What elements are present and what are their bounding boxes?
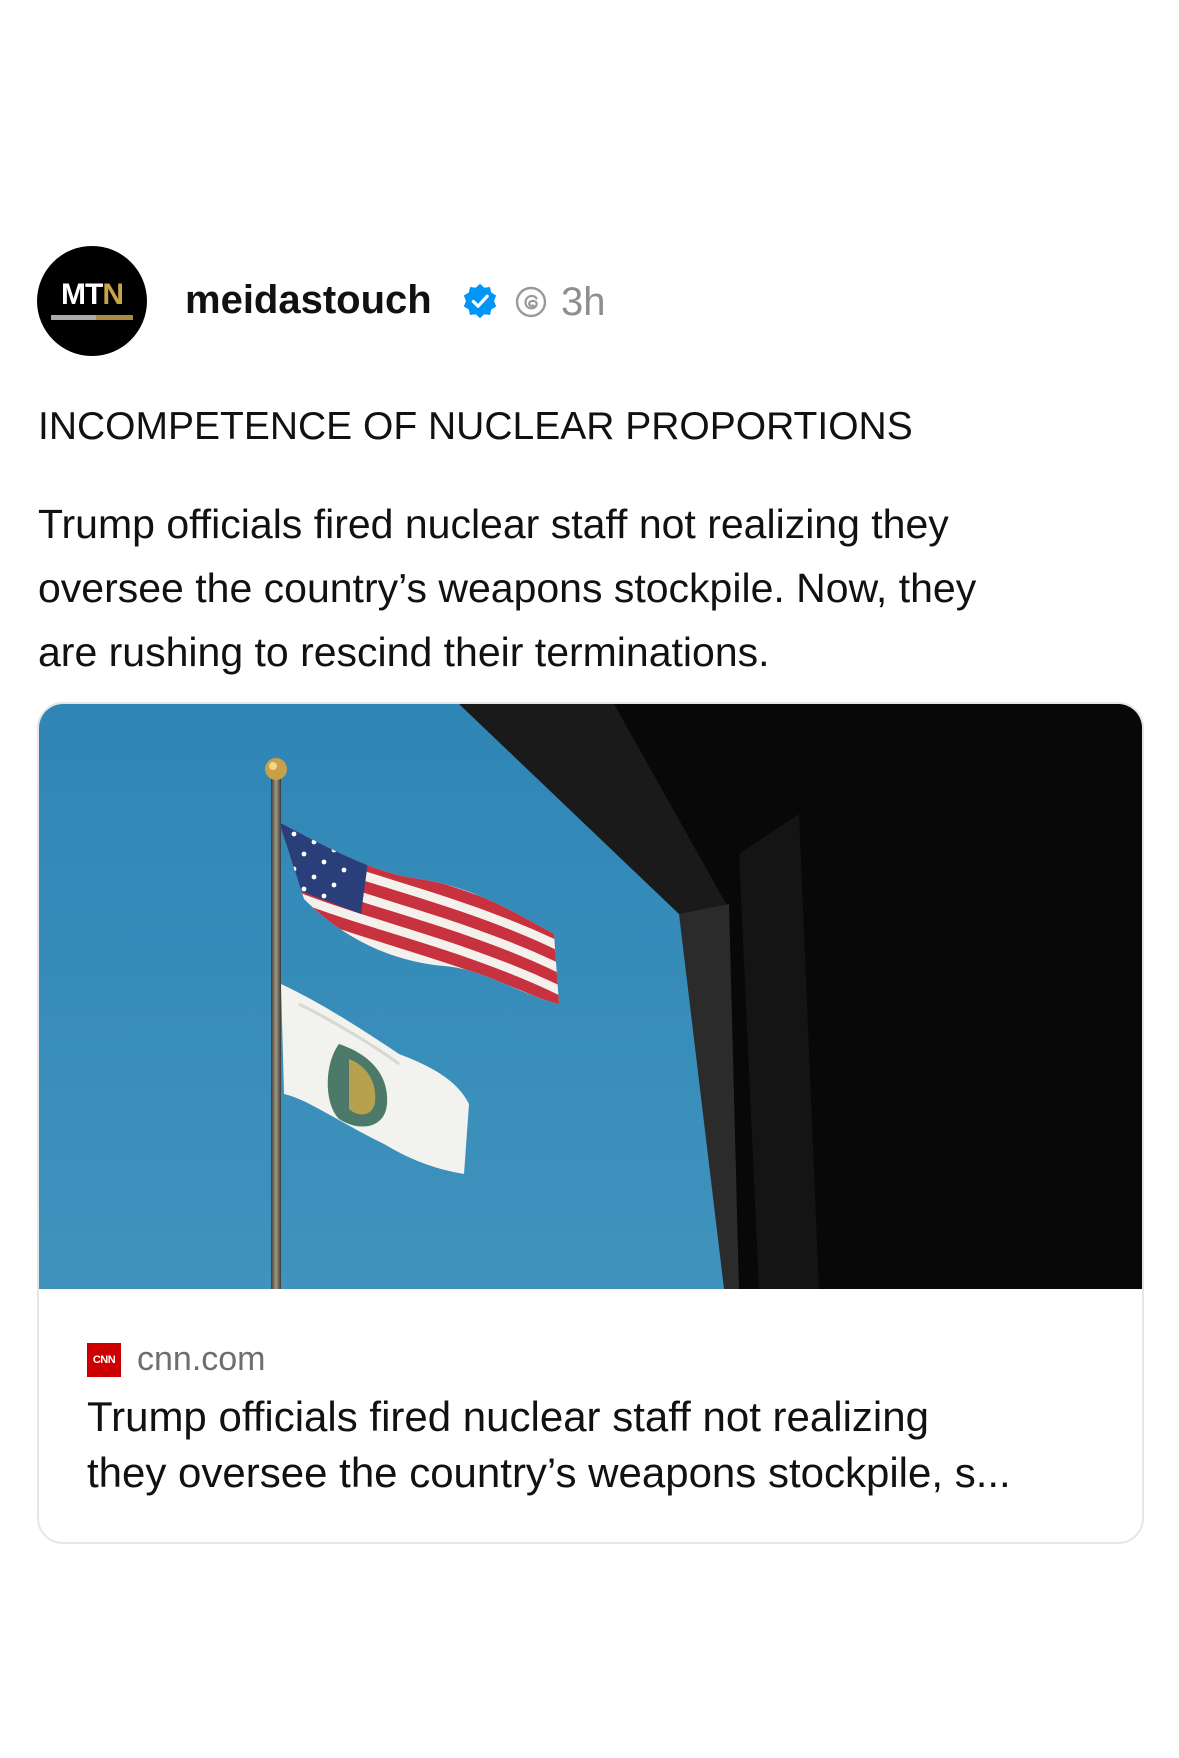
link-domain: cnn.com — [137, 1340, 266, 1378]
mtn-logo: MTN — [61, 278, 124, 311]
link-preview-card[interactable]: CNN cnn.com Trump officials fired nuclea… — [37, 702, 1144, 1544]
threads-icon — [515, 286, 547, 318]
threads-post: MTN meidastouch 3h INCOMPETENCE OF NUCLE… — [0, 0, 1179, 1758]
post-body-line: Trump officials fired nuclear staff not … — [38, 501, 949, 547]
post-timestamp: 3h — [561, 280, 606, 324]
link-title-line: Trump officials fired nuclear staff not … — [87, 1393, 929, 1440]
link-preview-image[interactable] — [39, 704, 1142, 1289]
link-preview-meta[interactable]: CNN cnn.com Trump officials fired nuclea… — [39, 1289, 1142, 1542]
post-body-line: are rushing to rescind their termination… — [38, 629, 770, 675]
post-headline: INCOMPETENCE OF NUCLEAR PROPORTIONS — [38, 405, 913, 448]
cnn-logo-icon: CNN — [87, 1343, 121, 1377]
link-title: Trump officials fired nuclear staff not … — [87, 1389, 1117, 1501]
mtn-logo-tagline — [51, 315, 133, 320]
link-title-line: they oversee the country’s weapons stock… — [87, 1449, 1011, 1496]
avatar[interactable]: MTN — [37, 246, 147, 356]
post-body: Trump officials fired nuclear staff not … — [38, 492, 1138, 684]
verified-badge-icon — [463, 283, 497, 319]
username[interactable]: meidastouch — [185, 276, 432, 324]
post-body-line: oversee the country’s weapons stockpile.… — [38, 565, 977, 611]
